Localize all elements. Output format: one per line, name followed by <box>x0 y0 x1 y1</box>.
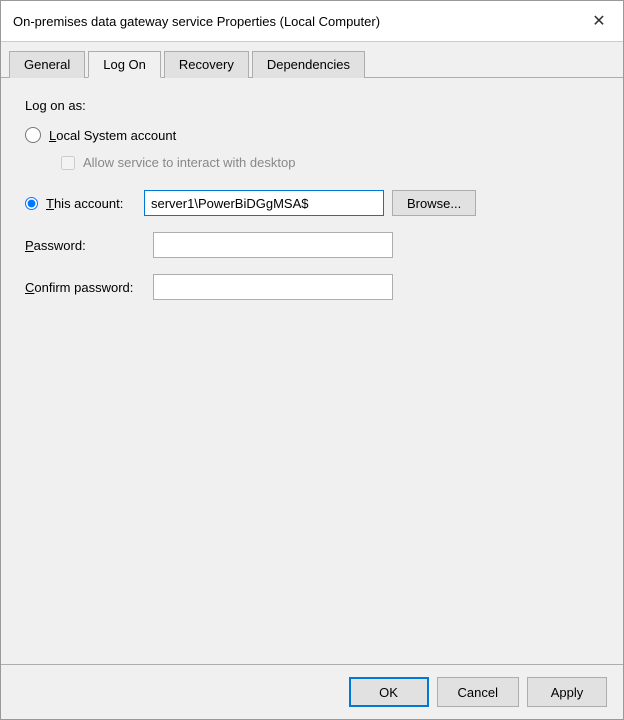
this-account-label: This account: <box>46 196 136 211</box>
ok-button[interactable]: OK <box>349 677 429 707</box>
allow-service-checkbox[interactable] <box>61 156 75 170</box>
this-account-row: This account: Browse... <box>25 190 599 216</box>
this-account-radio[interactable] <box>25 197 38 210</box>
confirm-password-row: Confirm password: <box>25 274 599 300</box>
tab-recovery[interactable]: Recovery <box>164 51 249 78</box>
local-system-radio[interactable] <box>25 127 41 143</box>
tab-general[interactable]: General <box>9 51 85 78</box>
browse-button[interactable]: Browse... <box>392 190 476 216</box>
cancel-button[interactable]: Cancel <box>437 677 519 707</box>
password-row: Password: <box>25 232 599 258</box>
content-area: Log on as: Local System account Allow se… <box>1 78 623 664</box>
footer: OK Cancel Apply <box>1 664 623 719</box>
confirm-password-label: Confirm password: <box>25 280 145 295</box>
tab-dependencies[interactable]: Dependencies <box>252 51 365 78</box>
apply-button[interactable]: Apply <box>527 677 607 707</box>
tab-bar: General Log On Recovery Dependencies <box>1 42 623 78</box>
allow-service-row: Allow service to interact with desktop <box>61 155 599 170</box>
window: On-premises data gateway service Propert… <box>0 0 624 720</box>
title-bar: On-premises data gateway service Propert… <box>1 1 623 42</box>
password-label: Password: <box>25 238 145 253</box>
tab-logon[interactable]: Log On <box>88 51 161 78</box>
radio-group: Local System account Allow service to in… <box>25 127 599 170</box>
log-on-as-label: Log on as: <box>25 98 599 113</box>
local-system-row: Local System account <box>25 127 599 143</box>
account-input[interactable] <box>144 190 384 216</box>
allow-service-label: Allow service to interact with desktop <box>83 155 295 170</box>
local-system-label: Local System account <box>49 128 176 143</box>
password-input[interactable] <box>153 232 393 258</box>
confirm-password-input[interactable] <box>153 274 393 300</box>
window-title: On-premises data gateway service Propert… <box>13 14 380 29</box>
close-button[interactable]: ✕ <box>587 9 611 33</box>
